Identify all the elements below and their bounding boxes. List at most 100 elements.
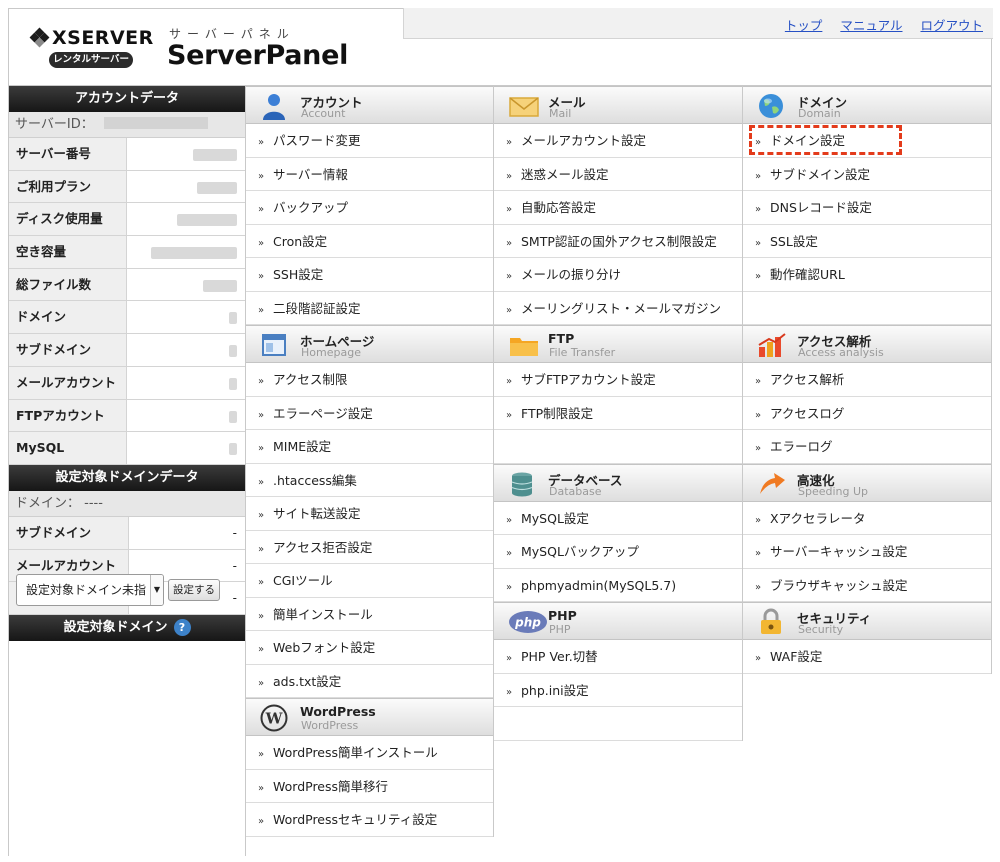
mail-icon [508, 92, 539, 120]
menu-item-label: サブFTPアカウント設定 [521, 372, 656, 387]
menu-item-label: phpmyadmin(MySQL5.7) [521, 577, 677, 593]
menu-item-mail[interactable]: » メーリングリスト・メールマガジン [494, 292, 742, 325]
section-title: PHP [548, 608, 577, 623]
menu-item-access[interactable]: » エラーログ [743, 430, 991, 464]
target-domain-select[interactable]: 設定対象ドメイン未指 ▼ [16, 574, 164, 606]
menu-item-homepage[interactable]: » CGIツール [246, 564, 493, 598]
menu-item-homepage[interactable]: » 簡単インストール [246, 598, 493, 631]
menu-item-php[interactable]: » PHP Ver.切替 [494, 640, 742, 674]
account-row-value [127, 301, 245, 334]
menu-item-access[interactable]: » アクセスログ [743, 397, 991, 430]
menu-item-wordpress[interactable]: » WordPressセキュリティ設定 [246, 803, 493, 837]
section-title: FTP [548, 331, 575, 346]
account-row: メールアカウント [9, 366, 245, 400]
brand-name: XSERVER [52, 27, 154, 49]
account-row: MySQL [9, 432, 245, 465]
menu-item-label: SSH設定 [273, 267, 324, 282]
menu-item-label: アクセス拒否設定 [273, 539, 373, 555]
menu-item-account[interactable]: » サーバー情報 [246, 158, 493, 191]
menu-item-mail[interactable]: » メールアカウント設定 [494, 124, 742, 158]
target-domain-title: 設定対象ドメイン [63, 619, 168, 635]
folder-icon [508, 331, 538, 359]
menu-item-wordpress[interactable]: » WordPress簡単インストール [246, 736, 493, 770]
menu-item-mail[interactable]: » 迷惑メール設定 [494, 158, 742, 191]
section-subtitle: Database [549, 484, 602, 498]
logout-link[interactable]: ログアウト [920, 18, 983, 33]
chevron-right-icon: » [506, 170, 513, 182]
xserver-logo: XSERVER [29, 27, 154, 49]
blurred-value [177, 214, 237, 227]
section-subtitle: Account [301, 107, 346, 120]
top-link[interactable]: トップ [785, 18, 823, 33]
menu-item-homepage[interactable]: » MIME設定 [246, 430, 493, 464]
section-header-homepage: ホームページ Homepage [246, 325, 493, 363]
menu-item-account[interactable]: » SSH設定 [246, 258, 493, 292]
manual-link[interactable]: マニュアル [840, 18, 902, 33]
chevron-right-icon: » [258, 376, 265, 387]
chevron-right-icon: » [755, 548, 762, 559]
menu-item-label: サブドメイン設定 [770, 166, 871, 182]
menu-item-access[interactable]: » アクセス解析 [743, 363, 991, 397]
menu-item-account[interactable]: » バックアップ [246, 191, 493, 225]
section-header-wordpress: W WordPress WordPress [246, 698, 493, 736]
menu-item-database[interactable]: » MySQL設定 [494, 502, 742, 535]
menu-item-domain[interactable]: » サブドメイン設定 [743, 158, 991, 191]
menu-item-label: WordPress簡単移行 [273, 778, 389, 794]
menu-item-php[interactable]: » php.ini設定 [494, 674, 742, 707]
menu-item-homepage[interactable]: » Webフォント設定 [246, 631, 493, 665]
menu-item-ftp[interactable]: » FTP制限設定 [494, 397, 742, 430]
chevron-right-icon: » [506, 409, 513, 421]
menu-item-mail[interactable]: » 自動応答設定 [494, 191, 742, 225]
menu-item-homepage[interactable]: » サイト転送設定 [246, 497, 493, 531]
menu-item-label: バックアップ [273, 200, 349, 215]
menu-item-homepage[interactable]: » アクセス制限 [246, 363, 493, 397]
menu-item-ftp[interactable]: » サブFTPアカウント設定 [494, 363, 742, 397]
menu-item-domain[interactable]: » 動作確認URL [743, 258, 991, 292]
menu-item-domain[interactable]: » SSL設定 [743, 225, 991, 258]
menu-item-mail[interactable]: » メールの振り分け [494, 258, 742, 292]
rental-server-badge: レンタルサーバー [49, 52, 133, 68]
menu-item-domain[interactable]: » DNSレコード設定 [743, 191, 991, 225]
menu-item-database[interactable]: » phpmyadmin(MySQL5.7) [494, 569, 742, 602]
menu-item-label: CGIツール [273, 573, 333, 588]
chevron-right-icon: » [755, 237, 762, 249]
menu-column-1: アカウント Account » パスワード変更 » サーバー情報 » バックアップ » Cron設… [246, 86, 494, 837]
account-row-label: ドメイン [9, 301, 127, 334]
menu-item-account[interactable]: » 二段階認証設定 [246, 292, 493, 325]
help-icon[interactable]: ? [173, 618, 191, 636]
chevron-right-icon: » [755, 204, 762, 215]
chevron-right-icon: » [506, 376, 513, 387]
section-header-speed: 高速化 Speeding Up [743, 463, 991, 502]
menu-item-homepage[interactable]: » エラーページ設定 [246, 397, 493, 430]
menu-item-database[interactable]: » MySQLバックアップ [494, 535, 742, 569]
menu-item-label: php.ini設定 [521, 682, 589, 698]
menu-item-label: PHP Ver.切替 [521, 649, 598, 664]
section-subtitle: Homepage [301, 346, 361, 359]
menu-item-account[interactable]: » パスワード変更 [246, 124, 493, 158]
select-value: 設定対象ドメイン未指 [26, 583, 147, 597]
chevron-right-icon: » [506, 304, 513, 316]
chevron-right-icon: » [755, 170, 762, 182]
menu-item-speed[interactable]: » ブラウザキャッシュ設定 [743, 569, 991, 602]
set-domain-button[interactable]: 設定する [168, 579, 220, 601]
menu-item-homepage[interactable]: » .htaccess編集 [246, 464, 493, 497]
section-header-php: php PHP PHP [494, 602, 742, 640]
chevron-right-icon: » [506, 581, 513, 593]
section-header-ftp: FTP File Transfer [494, 325, 742, 363]
menu-item-speed[interactable]: » Xアクセラレータ [743, 502, 991, 535]
chevron-right-icon: » [506, 271, 513, 282]
blurred-value [151, 247, 237, 260]
section-header-account: アカウント Account [246, 86, 493, 124]
menu-item-label: Cron設定 [273, 233, 328, 249]
menu-item-homepage[interactable]: » アクセス拒否設定 [246, 531, 493, 564]
menu-item-account[interactable]: » Cron設定 [246, 225, 493, 258]
menu-item-security[interactable]: » WAF設定 [743, 640, 991, 674]
chevron-right-icon: » [755, 653, 762, 664]
menu-item-mail[interactable]: » SMTP認証の国外アクセス制限設定 [494, 225, 742, 258]
menu-item-homepage[interactable]: » ads.txt設定 [246, 665, 493, 698]
menu-item-wordpress[interactable]: » WordPress簡単移行 [246, 770, 493, 803]
section-header-mail: メール Mail [494, 86, 742, 124]
chevron-right-icon: » [258, 577, 265, 588]
menu-item-speed[interactable]: » サーバーキャッシュ設定 [743, 535, 991, 569]
chevron-right-icon: » [258, 644, 265, 655]
